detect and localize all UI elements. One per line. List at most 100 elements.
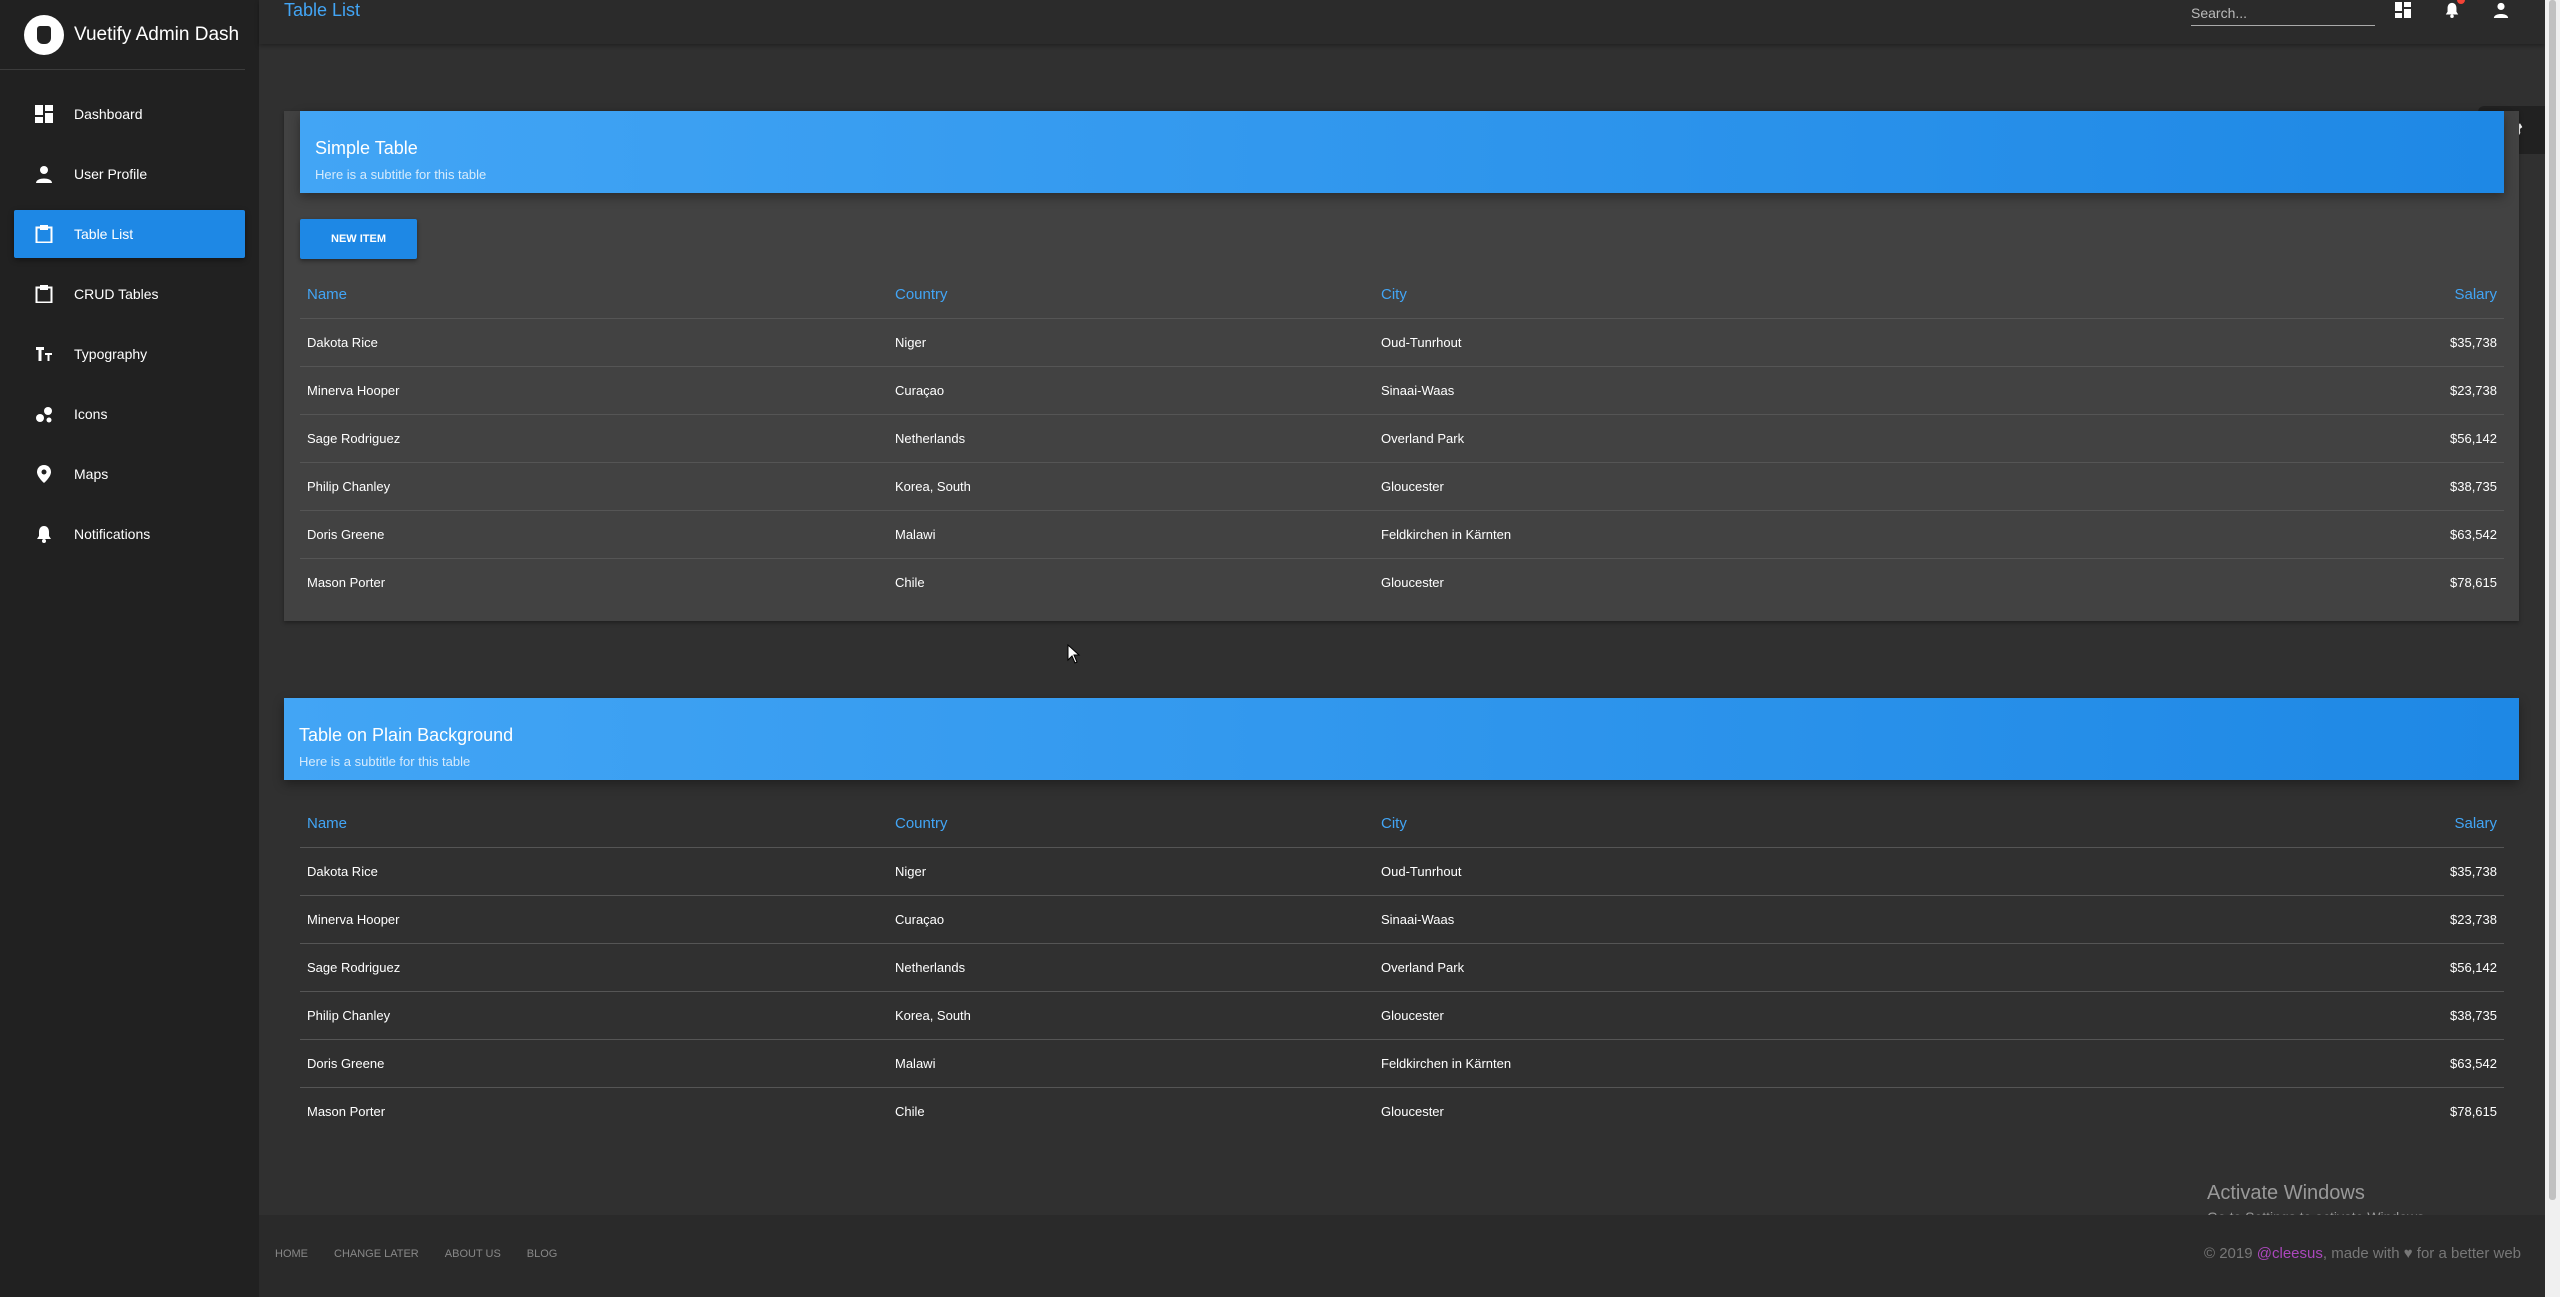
table-row[interactable]: Sage Rodriguez Netherlands Overland Park… (300, 943, 2504, 992)
sidebar-item-crud-tables[interactable]: CRUD Tables (14, 270, 245, 318)
card-subtitle: Here is a subtitle for this table (299, 754, 471, 769)
footer-copyright: © 2019 @cleesus, made with ♥ for a bette… (2204, 1245, 2521, 1262)
cell-city: Gloucester (1374, 991, 1974, 1040)
table-row[interactable]: Minerva Hooper Curaçao Sinaai-Waas $23,7… (300, 366, 2504, 415)
column-header-country[interactable]: Country (888, 271, 1374, 319)
cell-country: Netherlands (888, 414, 1374, 463)
column-header-salary[interactable]: Salary (1974, 271, 2504, 319)
sidebar: Vuetify Admin Dash Dashboard User Profil… (0, 0, 259, 1297)
sidebar-item-label: Maps (74, 466, 109, 482)
sidebar-item-icons[interactable]: Icons (14, 390, 245, 438)
table-row[interactable]: Mason Porter Chile Gloucester $78,615 (300, 1087, 2504, 1135)
cell-country: Chile (895, 574, 925, 590)
bubble-chart-icon (35, 405, 53, 423)
account-icon[interactable] (2490, 0, 2512, 20)
dashboard-icon[interactable] (2392, 0, 2414, 20)
author-link[interactable]: @cleesus (2257, 1245, 2323, 1262)
sidebar-item-label: Notifications (74, 526, 151, 542)
footer-link-home[interactable]: HOME (275, 1248, 308, 1260)
scrollbar-thumb[interactable] (2549, 0, 2556, 1200)
cell-city: Gloucester (1381, 574, 1444, 590)
simple-table: Name Country City Salary Dakota Rice Nig… (300, 271, 2504, 606)
column-header-country[interactable]: Country (888, 800, 1374, 848)
table-row[interactable]: Mason Porter Chile Gloucester $78,615 (300, 558, 2504, 606)
mouse-cursor-icon (1067, 644, 1081, 664)
map-marker-icon (35, 465, 53, 483)
table-header-row: Name Country City Salary (300, 800, 2504, 848)
cell-country: Malawi (888, 1039, 1374, 1088)
cell-country: Chile (895, 1103, 925, 1119)
sidebar-item-table-list[interactable]: Table List (14, 210, 245, 258)
plain-table: Name Country City Salary Dakota Rice Nig… (300, 800, 2504, 1135)
column-header-salary[interactable]: Salary (1974, 800, 2504, 848)
sidebar-item-typography[interactable]: Typography (14, 330, 245, 378)
sidebar-item-label: CRUD Tables (74, 286, 159, 302)
cell-salary: $23,738 (1974, 366, 2504, 415)
cell-salary: $63,542 (1974, 1039, 2504, 1088)
footer-link-change-later[interactable]: CHANGE LATER (334, 1248, 419, 1260)
cell-city: Gloucester (1381, 1103, 1444, 1119)
cell-name: Minerva Hooper (300, 366, 888, 415)
person-icon (35, 165, 53, 183)
footer-link-blog[interactable]: BLOG (527, 1248, 558, 1260)
sidebar-item-label: Dashboard (74, 106, 143, 122)
table-row[interactable]: Sage Rodriguez Netherlands Overland Park… (300, 414, 2504, 463)
cell-country: Korea, South (888, 462, 1374, 511)
table-row[interactable]: Doris Greene Malawi Feldkirchen in Kärnt… (300, 510, 2504, 559)
cell-name: Philip Chanley (300, 991, 888, 1040)
cell-name: Mason Porter (307, 1103, 386, 1119)
cell-salary: $56,142 (1974, 943, 2504, 992)
brand[interactable]: Vuetify Admin Dash (0, 0, 245, 70)
cell-name: Doris Greene (300, 510, 888, 559)
cell-name: Sage Rodriguez (300, 414, 888, 463)
cell-country: Niger (888, 847, 1374, 896)
sidebar-item-maps[interactable]: Maps (14, 450, 245, 498)
table-row[interactable]: Dakota Rice Niger Oud-Tunrhout $35,738 (300, 847, 2504, 896)
cell-name: Sage Rodriguez (300, 943, 888, 992)
cell-city: Feldkirchen in Kärnten (1374, 510, 1974, 559)
cell-salary: $38,735 (1974, 462, 2504, 511)
copyright-prefix: © 2019 (2204, 1245, 2257, 1262)
table-row[interactable]: Minerva Hooper Curaçao Sinaai-Waas $23,7… (300, 895, 2504, 944)
format-font-icon (35, 345, 53, 363)
card-header: Simple Table Here is a subtitle for this… (300, 111, 2504, 193)
cell-country: Netherlands (888, 943, 1374, 992)
simple-table-card: Simple Table Here is a subtitle for this… (284, 111, 2519, 621)
brand-logo-icon (24, 14, 64, 55)
table-row[interactable]: Dakota Rice Niger Oud-Tunrhout $35,738 (300, 318, 2504, 367)
cell-country: Niger (888, 318, 1374, 367)
footer-links: HOME CHANGE LATER ABOUT US BLOG (275, 1248, 583, 1260)
new-item-button[interactable]: NEW ITEM (300, 219, 417, 259)
cell-city: Gloucester (1374, 462, 1974, 511)
notifications-bell-icon[interactable] (2441, 0, 2465, 20)
sidebar-item-user-profile[interactable]: User Profile (14, 150, 245, 198)
cell-country: Curaçao (888, 895, 1374, 944)
cell-city: Overland Park (1374, 943, 1974, 992)
card-title: Table on Plain Background (299, 725, 514, 745)
search-input[interactable] (2191, 0, 2375, 26)
table-row[interactable]: Doris Greene Malawi Feldkirchen in Kärnt… (300, 1039, 2504, 1088)
notification-badge (2457, 0, 2465, 4)
sidebar-item-label: Table List (74, 226, 134, 242)
column-header-name[interactable]: Name (300, 800, 888, 848)
column-header-city[interactable]: City (1374, 800, 1974, 848)
cell-city: Overland Park (1374, 414, 1974, 463)
cell-name: Dakota Rice (300, 847, 888, 896)
table-row[interactable]: Philip Chanley Korea, South Gloucester $… (300, 462, 2504, 511)
cell-country: Korea, South (888, 991, 1374, 1040)
cell-name: Dakota Rice (300, 318, 888, 367)
table-row[interactable]: Philip Chanley Korea, South Gloucester $… (300, 991, 2504, 1040)
footer-link-about-us[interactable]: ABOUT US (445, 1248, 501, 1260)
clipboard-icon (35, 285, 53, 303)
column-header-city[interactable]: City (1374, 271, 1974, 319)
cell-salary: $63,542 (1974, 510, 2504, 559)
brand-title: Vuetify Admin Dash (74, 23, 240, 45)
plain-table-card: Table on Plain Background Here is a subt… (284, 698, 2519, 1128)
top-toolbar: Table List (259, 0, 2545, 44)
cell-city: Sinaai-Waas (1374, 366, 1974, 415)
sidebar-item-dashboard[interactable]: Dashboard (14, 90, 245, 138)
page-scrollbar[interactable] (2545, 0, 2560, 1297)
column-header-name[interactable]: Name (300, 271, 888, 319)
cell-salary: $35,738 (1974, 847, 2504, 896)
sidebar-item-notifications[interactable]: Notifications (14, 510, 245, 558)
